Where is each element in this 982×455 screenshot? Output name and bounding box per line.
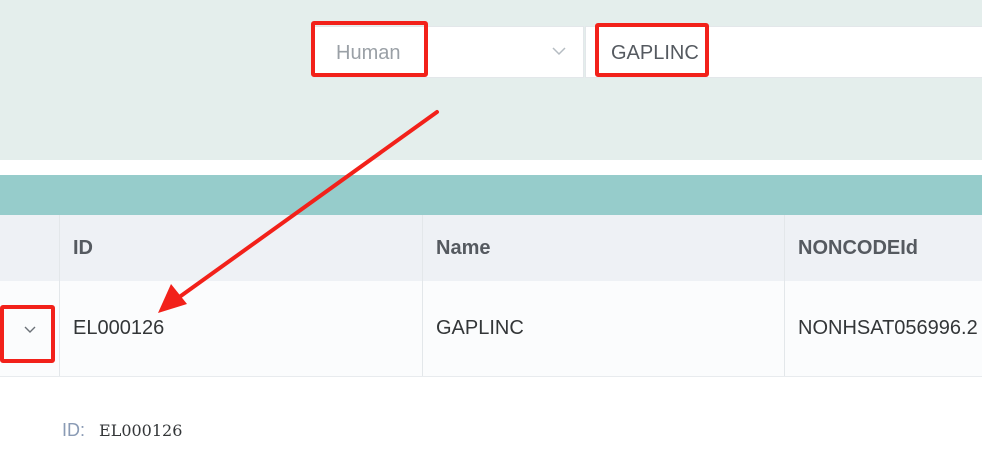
column-header-id[interactable]: ID [60,215,423,281]
search-area: Human GAPLINC [0,0,982,160]
detail-id-label: ID: [62,420,86,440]
detail-id-value: EL000126 [99,421,183,440]
annotation-box-species [311,21,428,77]
table-row[interactable]: EL000126 GAPLINC NONHSAT056996.2 [0,281,982,377]
page: Human GAPLINC ID Name NONCODEId EL000126… [0,0,982,455]
results-table: ID Name NONCODEId EL000126 GAPLINC NONHS… [0,215,982,377]
expanded-detail: ID: EL000126 [62,420,182,441]
annotation-box-query [595,23,709,77]
cell-name: GAPLINC [423,281,785,376]
column-header-name[interactable]: Name [423,215,785,281]
column-header-noncodeid[interactable]: NONCODEId [785,215,982,281]
table-title-bar [0,175,982,215]
cell-id: EL000126 [60,281,423,376]
header-expand-cell [0,215,60,281]
annotation-box-expand [0,305,55,363]
table-header-row: ID Name NONCODEId [0,215,982,281]
chevron-down-icon [552,47,566,56]
cell-noncodeid: NONHSAT056996.2 [798,317,978,339]
